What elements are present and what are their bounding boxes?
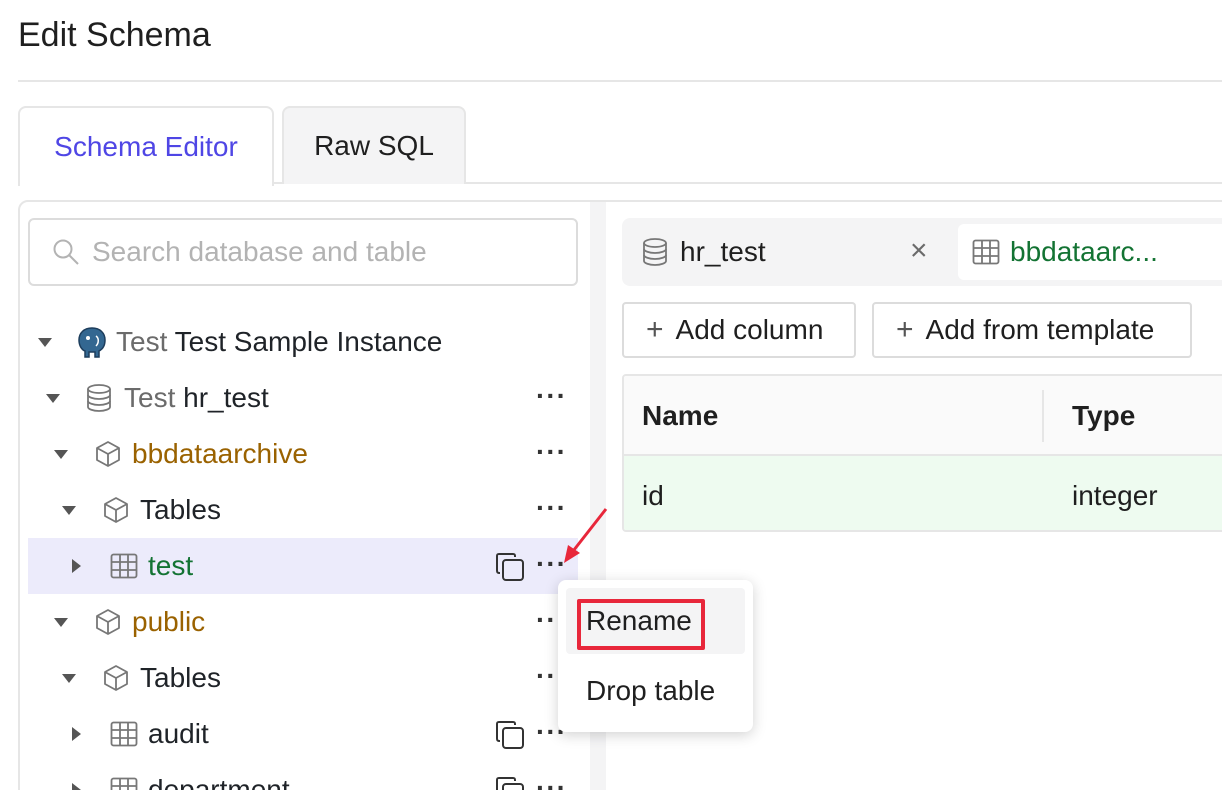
column-resize-handle[interactable] [1042,390,1044,442]
tree-table-department[interactable]: department ··· [28,762,578,790]
tree-schema-public[interactable]: public ··· [28,594,578,650]
editor-tab-table-label: bbdataarc... [1010,236,1158,267]
table-icon [972,239,1000,265]
table-name: audit [148,718,209,749]
annotation-arrow-icon [564,508,608,563]
tab-schema-editor[interactable]: Schema Editor [18,106,274,186]
highlight-box [577,599,705,650]
more-options-icon[interactable]: ··· [536,774,567,790]
search-icon [53,239,79,265]
page-title: Edit Schema [18,16,211,54]
more-options-icon[interactable]: ··· [536,382,567,410]
schema-cube-icon [96,441,120,467]
table-icon [110,553,138,579]
menu-item-drop-table[interactable]: Drop table [566,658,745,724]
chevron-right-icon[interactable] [72,783,81,790]
chevron-down-icon[interactable] [54,450,68,459]
chevron-right-icon[interactable] [72,559,81,573]
tree-tables-folder[interactable]: Tables ··· [28,482,578,538]
duplicate-icon[interactable] [494,775,526,790]
header-name[interactable]: Name [642,400,718,432]
chevron-down-icon[interactable] [62,674,76,683]
database-icon [643,238,667,266]
schema-name: bbdataarchive [132,438,308,469]
duplicate-icon[interactable] [494,719,526,751]
tab-raw-sql[interactable]: Raw SQL [282,106,466,184]
tree-schema-bbdataarchive[interactable]: bbdataarchive ··· [28,426,578,482]
database-icon [87,384,111,412]
plus-icon: + [646,313,664,346]
editor-tab-database-label: hr_test [680,236,766,267]
tables-folder-label: Tables [140,494,221,525]
database-env: Test [124,382,176,413]
more-options-icon[interactable]: ··· [536,438,567,466]
schema-name: public [132,606,206,637]
editor-tab-database[interactable]: hr_test [642,218,766,286]
columns-grid: Name Type id integer [622,374,1222,532]
database-name: hr_test [183,382,269,413]
table-name: test [148,550,194,581]
chevron-down-icon[interactable] [38,338,52,347]
cell-column-type[interactable]: integer [1072,480,1158,512]
add-from-template-label: Add from template [925,314,1155,345]
instance-engine: Test [116,326,168,357]
tables-cube-icon [104,497,128,523]
search-input[interactable] [92,236,562,268]
add-from-template-button[interactable]: + Add from template [872,302,1192,358]
tree-table-test[interactable]: test ··· [28,538,578,594]
table-icon [110,777,138,790]
close-icon[interactable]: × [910,236,928,266]
header-type[interactable]: Type [1072,400,1135,432]
tree-instance[interactable]: Test Test Sample Instance [28,314,578,370]
table-name: department [148,774,290,790]
add-column-button[interactable]: + Add column [622,302,856,358]
table-row[interactable]: id integer [624,456,1222,530]
chevron-right-icon[interactable] [72,727,81,741]
search-box [28,218,578,286]
tree-table-audit[interactable]: audit ··· [28,706,578,762]
editor-tab-bar: hr_test × bbdataarc... [622,218,1222,286]
chevron-down-icon[interactable] [62,506,76,515]
editor-tab-table[interactable]: bbdataarc... [958,224,1222,280]
tables-cube-icon [104,665,128,691]
chevron-down-icon[interactable] [46,394,60,403]
cell-column-name[interactable]: id [642,480,664,512]
mode-tabs: Schema Editor Raw SQL [18,106,1222,186]
plus-icon: + [896,313,914,346]
duplicate-icon[interactable] [494,551,526,583]
schema-cube-icon [96,609,120,635]
chevron-down-icon[interactable] [54,618,68,627]
table-icon [110,721,138,747]
instance-name: Test Sample Instance [174,326,443,357]
tree-database[interactable]: Test hr_test ··· [28,370,578,426]
add-column-label: Add column [675,314,824,345]
tables-folder-label: Tables [140,662,221,693]
title-divider [18,80,1222,82]
grid-header: Name Type [624,376,1222,456]
postgres-elephant-icon [78,327,106,358]
tree-tables-folder[interactable]: Tables ··· [28,650,578,706]
